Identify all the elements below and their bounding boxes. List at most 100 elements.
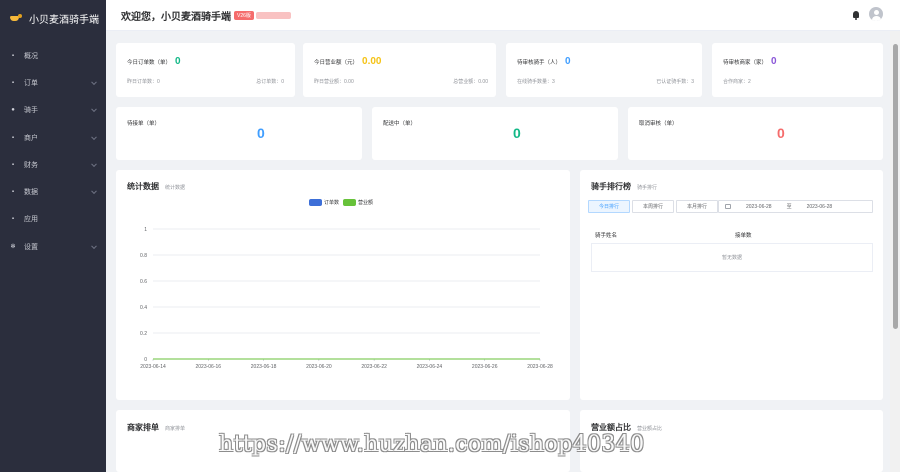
gear-icon: ✻ [10,243,16,250]
stat-card-today-revenue: 今日营业额（元） 0.00 昨日营业额：0.00 总营业额：0.00 [303,43,496,97]
sidebar-item-apps[interactable]: ▪ 应用 [0,206,106,233]
column-header-count[interactable]: 接单数 [735,231,752,239]
user-icon: ● [11,107,15,114]
stat-value: 0 [777,125,785,141]
sidebar-item-riders[interactable]: ● 骑手 [0,97,106,124]
stat-title: 今日营业额（元） [314,59,359,66]
sidebar-item-label: 数据 [24,189,38,197]
grid-icon: ▪ [11,52,15,59]
x-tick-label: 2023-06-26 [472,364,498,370]
stat-value: 0 [175,56,181,67]
chevron-down-icon [91,188,97,195]
stat-sub-right: 总营业额：0.00 [453,79,488,85]
sidebar-item-label: 订单 [24,79,38,87]
chevron-down-icon [91,243,97,249]
version-badge-blurred [255,11,291,19]
sidebar-item-settings[interactable]: ✻ 设置 [0,233,106,260]
sidebar: 小贝麦酒骑手端 ▪ 概况 ▪ 订单 ● 骑手 ▪ 商户 ▪ 财务 ▪ 数据 ▪ … [0,0,106,472]
stat-sub-left: 昨日订单数：0 [127,79,160,85]
chevron-down-icon [91,79,97,85]
stat-value: 0 [771,56,777,67]
sidebar-item-orders[interactable]: ▪ 订单 [0,69,106,96]
wallet-icon: ▪ [11,161,15,168]
table-header: 骑手姓名 接单数 [591,226,873,244]
welcome-text: 欢迎您，小贝麦酒骑手端 [121,11,231,23]
document-icon: ▪ [11,79,15,86]
stat-value: 0 [565,56,571,67]
chevron-down-icon [91,133,97,140]
stat-sub-left: 在线骑手数量：3 [517,79,555,85]
stat-title: 今日订单数（单） [127,59,172,66]
stat-sub-right: 总订单数：0 [256,79,284,85]
panel-subtitle: 营业额占比 [637,426,663,432]
stat-title: 待审核商家（家） [723,59,768,66]
sidebar-item-data[interactable]: ▪ 数据 [0,178,106,205]
stat-card-pending-merchants: 待审核商家（家） 0 合作商家：2 [712,43,883,97]
calendar-icon [725,204,731,209]
x-tick-label: 2023-06-28 [527,364,553,370]
scrollbar-thumb[interactable] [893,44,898,329]
tab-today[interactable]: 今日排行 [588,200,630,213]
panel-title: 商家排单 [127,423,159,432]
panel-title: 骑手排行榜 [591,182,631,191]
x-tick-label: 2023-06-14 [140,364,166,370]
panel-subtitle: 商家排单 [165,426,186,432]
stat-card-cancel-review: 取消审核（单） 0 [628,107,883,160]
sidebar-item-finance[interactable]: ▪ 财务 [0,151,106,178]
stat-sub-left: 昨日营业额：0.00 [314,79,354,85]
y-tick-label: 0.6 [140,279,147,285]
x-tick-label: 2023-06-18 [251,364,277,370]
date-start[interactable]: 2023-06-28 [746,204,772,210]
stat-card-pending-riders: 待审核骑手（人） 0 在线骑手数量：3 已认证骑手数：3 [506,43,702,97]
sidebar-item-label: 概况 [24,52,38,60]
watermark: https://www.huzhan.com/ishop40340 [219,432,645,457]
chart-icon: ▪ [11,189,15,196]
version-badge: V26版 [234,10,254,20]
rank-tabs: 今日排行 本周排行 本月排行 [588,200,720,213]
stat-title: 配送中（单） [383,121,417,127]
date-separator: 至 [786,204,792,210]
sidebar-item-merchants[interactable]: ▪ 商户 [0,124,106,151]
x-tick-label: 2023-06-22 [361,364,387,370]
stat-title: 待审核骑手（人） [517,59,562,66]
sidebar-item-label: 骑手 [24,107,38,115]
rank-table: 骑手姓名 接单数 暂无数据 [591,226,873,272]
avatar[interactable] [869,7,883,21]
stat-title: 取消审核（单） [639,121,678,127]
app-title: 小贝麦酒骑手端 [29,14,99,26]
x-tick-label: 2023-06-16 [195,364,221,370]
stat-sub-right: 已认证骑手数：3 [656,79,694,85]
chevron-down-icon [91,106,97,113]
date-end[interactable]: 2023-06-28 [807,204,833,210]
page-scrollbar[interactable] [890,31,900,472]
stat-value: 0.00 [362,56,382,67]
sidebar-item-label: 商户 [24,134,38,142]
stat-sub-left: 合作商家：2 [723,79,751,85]
y-tick-label: 0 [144,357,147,363]
stat-value: 0 [257,125,265,141]
tab-week[interactable]: 本周排行 [632,200,674,213]
sidebar-item-label: 财务 [24,161,38,169]
x-tick-label: 2023-06-24 [417,364,443,370]
sidebar-item-overview[interactable]: ▪ 概况 [0,42,106,69]
y-tick-label: 0.8 [140,253,147,259]
beer-logo-icon [10,13,24,23]
column-header-name[interactable]: 骑手姓名 [591,231,735,239]
bell-icon[interactable] [853,11,859,20]
rank-panel: 骑手排行榜 骑手排行 今日排行 本周排行 本月排行 2023-06-28 至 2… [580,170,883,400]
stats-panel: 统计数据 统计数据 订单数 营业额 0 0.2 0.4 0.6 0.8 1 2023-06-… [116,170,570,400]
stat-card-awaiting-pickup: 待接单（单） 0 [116,107,362,160]
tab-month[interactable]: 本月排行 [676,200,718,213]
brand[interactable]: 小贝麦酒骑手端 [0,0,106,36]
panel-subtitle: 骑手排行 [637,185,658,191]
y-tick-label: 1 [144,227,147,233]
empty-state: 暂无数据 [591,244,873,272]
line-chart: 0 0.2 0.4 0.6 0.8 1 2023-06-14 2023-06-16 2023-0… [140,227,553,370]
y-tick-label: 0.4 [140,305,147,311]
date-range-picker[interactable]: 2023-06-28 至 2023-06-28 [718,200,873,213]
sidebar-item-label: 设置 [24,243,38,251]
stat-card-today-orders: 今日订单数（单） 0 昨日订单数：0 总订单数：0 [116,43,295,97]
top-header: 欢迎您，小贝麦酒骑手端 V26版 [106,0,900,31]
sidebar-item-label: 应用 [24,216,38,224]
apps-icon: ▪ [11,216,15,223]
